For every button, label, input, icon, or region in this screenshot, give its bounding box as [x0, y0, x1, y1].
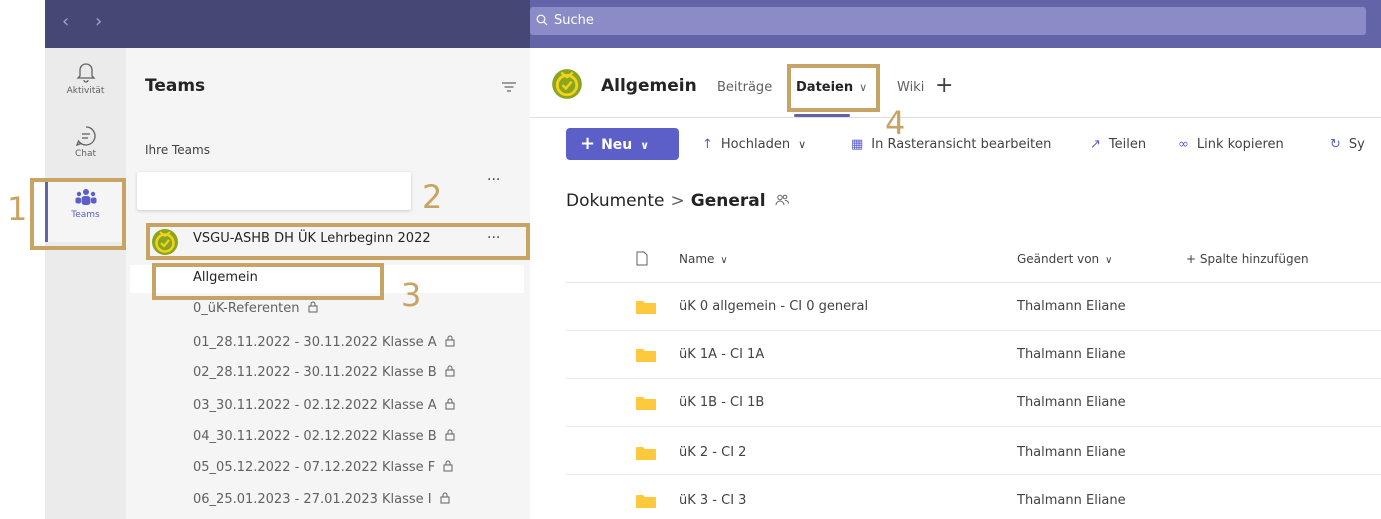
- annotation-number-1: 1: [7, 190, 28, 228]
- channel-label: 02_28.11.2022 - 30.11.2022 Klasse B: [193, 365, 437, 380]
- column-header-changed-by[interactable]: Geändert von ∨: [1017, 252, 1112, 266]
- copy-link-button[interactable]: ∞ Link kopieren: [1178, 137, 1284, 152]
- row-name[interactable]: üK 3 - CI 3: [679, 493, 746, 508]
- channel-label: 06_25.01.2023 - 27.01.2023 Klasse I: [193, 492, 432, 507]
- annotation-box-3: [152, 263, 384, 300]
- grid-view-button[interactable]: ▦ In Rasteransicht bearbeiten: [851, 137, 1051, 152]
- bell-icon: [75, 63, 96, 83]
- row-name[interactable]: üK 1A - CI 1A: [679, 347, 764, 362]
- annotation-number-4: 4: [885, 104, 906, 142]
- channel-label: 04_30.11.2022 - 02.12.2022 Klasse B: [193, 429, 437, 444]
- sync-button[interactable]: ↻ Sy: [1330, 137, 1365, 152]
- rail-item-activity[interactable]: Aktivität: [45, 60, 126, 96]
- channel-item[interactable]: 05_05.12.2022 - 07.12.2022 Klasse F: [193, 460, 453, 475]
- breadcrumb-current: General: [690, 191, 766, 211]
- people-icon[interactable]: [775, 194, 789, 206]
- share-button[interactable]: ↗ Teilen: [1090, 137, 1146, 152]
- add-column-button[interactable]: + Spalte hinzufügen: [1186, 252, 1309, 266]
- channel-item[interactable]: 0_üK-Referenten: [193, 301, 318, 316]
- upload-label: Hochladen: [720, 137, 791, 152]
- channel-item[interactable]: 03_30.11.2022 - 02.12.2022 Klasse A: [193, 398, 455, 413]
- row-name[interactable]: üK 2 - CI 2: [679, 445, 746, 460]
- chevron-down-icon: ∨: [720, 255, 728, 266]
- plus-icon: +: [580, 133, 596, 154]
- more-options-icon[interactable]: ···: [487, 172, 500, 188]
- column-name-label: Name: [679, 252, 715, 266]
- search-icon: [536, 14, 548, 26]
- channel-label: 03_30.11.2022 - 02.12.2022 Klasse A: [193, 398, 437, 413]
- share-label: Teilen: [1108, 137, 1147, 152]
- rail-label-activity: Aktivität: [66, 86, 105, 96]
- lock-icon: [443, 460, 453, 472]
- breadcrumb: Dokumente > General: [566, 191, 789, 211]
- channel-item[interactable]: 06_25.01.2023 - 27.01.2023 Klasse I: [193, 492, 450, 507]
- channel-item[interactable]: 02_28.11.2022 - 30.11.2022 Klasse B: [193, 365, 455, 380]
- channel-item[interactable]: 01_28.11.2022 - 30.11.2022 Klasse A: [193, 335, 455, 350]
- file-type-icon: [636, 251, 648, 266]
- search-input[interactable]: Suche: [530, 7, 1366, 35]
- annotation-box-4: [787, 64, 880, 112]
- lock-icon: [445, 335, 455, 347]
- panel-title: Teams: [145, 76, 206, 96]
- annotation-number-2: 2: [422, 178, 443, 216]
- chat-icon: [75, 126, 96, 147]
- tab-wiki[interactable]: Wiki: [897, 80, 924, 95]
- channel-logo-icon: [552, 69, 582, 99]
- folder-icon: [636, 495, 656, 508]
- annotation-box-1: [30, 178, 126, 250]
- forward-arrow-icon[interactable]: ›: [95, 11, 102, 32]
- column-header-name[interactable]: Name ∨: [679, 252, 728, 266]
- breadcrumb-separator: >: [670, 191, 685, 211]
- chevron-down-icon: ∨: [1105, 255, 1113, 266]
- new-button-label: Neu: [601, 137, 633, 153]
- folder-icon: [636, 447, 656, 460]
- divider: [530, 117, 1381, 118]
- filter-icon[interactable]: [502, 82, 516, 92]
- row-changed-by: Thalmann Eliane: [1017, 299, 1126, 314]
- copy-link-label: Link kopieren: [1196, 137, 1284, 152]
- channel-label: 01_28.11.2022 - 30.11.2022 Klasse A: [193, 335, 437, 350]
- sync-icon: ↻: [1330, 137, 1341, 152]
- chevron-down-icon: ∨: [640, 139, 650, 152]
- annotation-box-2: [146, 223, 530, 260]
- lock-icon: [445, 365, 455, 377]
- lock-icon: [308, 301, 318, 313]
- annotation-number-3: 3: [401, 276, 422, 314]
- section-label: Ihre Teams: [145, 143, 210, 157]
- back-arrow-icon[interactable]: ‹: [62, 11, 69, 32]
- sync-label: Sy: [1348, 137, 1365, 152]
- app-rail: [45, 48, 126, 519]
- row-changed-by: Thalmann Eliane: [1017, 347, 1126, 362]
- upload-button[interactable]: ↑ Hochladen ∨: [702, 137, 806, 152]
- tab-beitraege[interactable]: Beiträge: [717, 80, 772, 95]
- channel-label: 05_05.12.2022 - 07.12.2022 Klasse F: [193, 460, 436, 475]
- channel-label: 0_üK-Referenten: [193, 301, 300, 316]
- lock-icon: [445, 398, 455, 410]
- upload-icon: ↑: [702, 137, 713, 152]
- row-name[interactable]: üK 1B - CI 1B: [679, 395, 764, 410]
- breadcrumb-root[interactable]: Dokumente: [566, 191, 665, 211]
- row-changed-by: Thalmann Eliane: [1017, 493, 1126, 508]
- row-changed-by: Thalmann Eliane: [1017, 395, 1126, 410]
- channel-title: Allgemein: [601, 76, 697, 96]
- row-name[interactable]: üK 0 allgemein - CI 0 general: [679, 299, 868, 314]
- link-icon: ∞: [1178, 137, 1189, 152]
- column-changed-label: Geändert von: [1017, 252, 1100, 266]
- folder-icon: [636, 301, 656, 314]
- channel-item[interactable]: 04_30.11.2022 - 02.12.2022 Klasse B: [193, 429, 455, 444]
- add-tab-button[interactable]: +: [935, 73, 953, 98]
- share-icon: ↗: [1090, 137, 1101, 152]
- new-button[interactable]: + Neu ∨: [566, 128, 679, 160]
- team-item-hidden[interactable]: [137, 172, 411, 210]
- row-changed-by: Thalmann Eliane: [1017, 445, 1126, 460]
- chevron-down-icon: ∨: [798, 138, 807, 151]
- grid-icon: ▦: [851, 137, 864, 152]
- rail-item-chat[interactable]: Chat: [45, 125, 126, 159]
- folder-icon: [636, 397, 656, 410]
- rail-label-chat: Chat: [74, 149, 97, 159]
- lock-icon: [440, 492, 450, 504]
- folder-icon: [636, 349, 656, 362]
- lock-icon: [445, 429, 455, 441]
